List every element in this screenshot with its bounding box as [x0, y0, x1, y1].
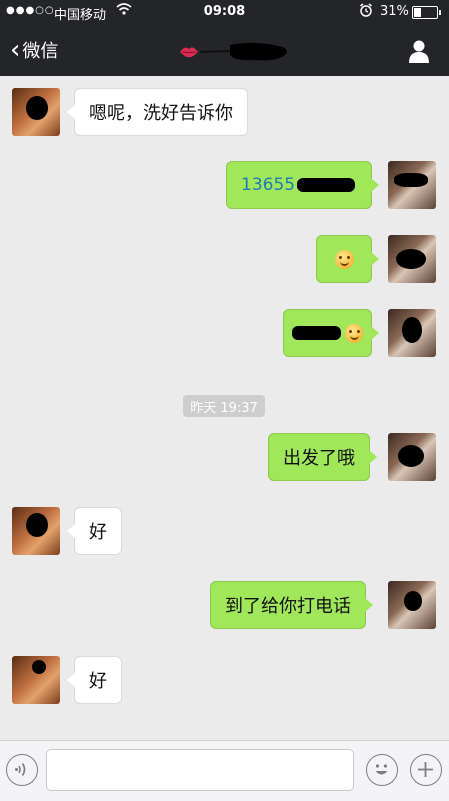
contact-avatar[interactable]: [12, 88, 60, 136]
back-button[interactable]: ‹ 微信: [10, 36, 58, 64]
message-bubble-outgoing[interactable]: 到了给你打电话: [210, 581, 373, 629]
profile-icon[interactable]: [406, 38, 432, 64]
back-label: 微信: [22, 41, 59, 62]
battery-percent: 31%: [380, 4, 409, 19]
message-bubble-incoming[interactable]: 嗯呢，洗好告诉你: [67, 88, 248, 136]
message-bubble-incoming[interactable]: 好: [67, 507, 122, 555]
message-bubble-outgoing[interactable]: [316, 235, 379, 283]
battery-icon: [412, 6, 441, 19]
plus-icon[interactable]: [410, 754, 442, 786]
self-avatar[interactable]: [388, 309, 436, 357]
contact-avatar[interactable]: [12, 507, 60, 555]
message-text: 好: [89, 671, 107, 692]
message-text: 嗯呢，洗好告诉你: [89, 103, 233, 124]
message-bubble-outgoing[interactable]: 出发了哦: [268, 433, 377, 481]
voice-icon[interactable]: [6, 754, 38, 786]
message-list: 嗯呢，洗好告诉你 13655 昨天 19:37 出发了哦 好 到了给你打电话 好: [0, 76, 449, 740]
back-chevron-icon: ‹: [10, 35, 21, 65]
self-avatar[interactable]: [388, 161, 436, 209]
emoji-icon[interactable]: [366, 754, 398, 786]
chat-title: [178, 40, 293, 64]
timestamp-divider: 昨天 19:37: [183, 395, 265, 417]
message-bubble-incoming[interactable]: 好: [67, 656, 122, 704]
message-text: 到了给你打电话: [225, 596, 351, 617]
self-avatar[interactable]: [388, 235, 436, 283]
message-bubble-outgoing[interactable]: [283, 309, 379, 357]
contact-avatar[interactable]: [12, 656, 60, 704]
self-avatar[interactable]: [388, 433, 436, 481]
message-bubble-outgoing[interactable]: 13655: [226, 161, 379, 209]
input-bar: [0, 740, 449, 801]
alarm-icon: [359, 3, 373, 20]
status-bar: ●●●○○ 中国移动 09:08 31%: [0, 0, 449, 24]
lips-icon: [180, 42, 287, 61]
message-text: 出发了哦: [283, 448, 355, 469]
smile-emoji-icon: [334, 249, 354, 269]
phone-number-link[interactable]: 13655: [241, 175, 295, 195]
message-input[interactable]: [46, 749, 354, 791]
self-avatar[interactable]: [388, 581, 436, 629]
message-text: 好: [89, 522, 107, 543]
top-bar: ●●●○○ 中国移动 09:08 31% ‹ 微信: [0, 0, 449, 76]
smile-emoji-icon: [345, 323, 363, 343]
